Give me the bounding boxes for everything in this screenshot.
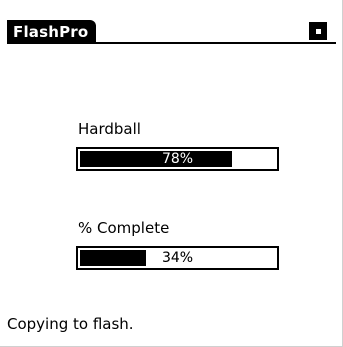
progress-bar-hardball: 78% <box>76 147 279 171</box>
menu-dot <box>316 29 321 34</box>
title-rule-divider <box>7 42 336 44</box>
progress-label-complete: % Complete <box>78 219 170 237</box>
progress-label-hardball: Hardball <box>78 120 141 138</box>
progress-value-complete: 34% <box>161 250 194 266</box>
progress-value-hardball: 78% <box>161 151 194 167</box>
progress-bar-complete: 34% <box>76 246 279 270</box>
status-message: Copying to flash. <box>7 315 134 333</box>
flashpro-screen: FlashPro Hardball 78% % Complete 34% Cop… <box>0 0 343 347</box>
menu-square-icon[interactable] <box>309 22 327 40</box>
window-title: FlashPro <box>7 20 97 44</box>
